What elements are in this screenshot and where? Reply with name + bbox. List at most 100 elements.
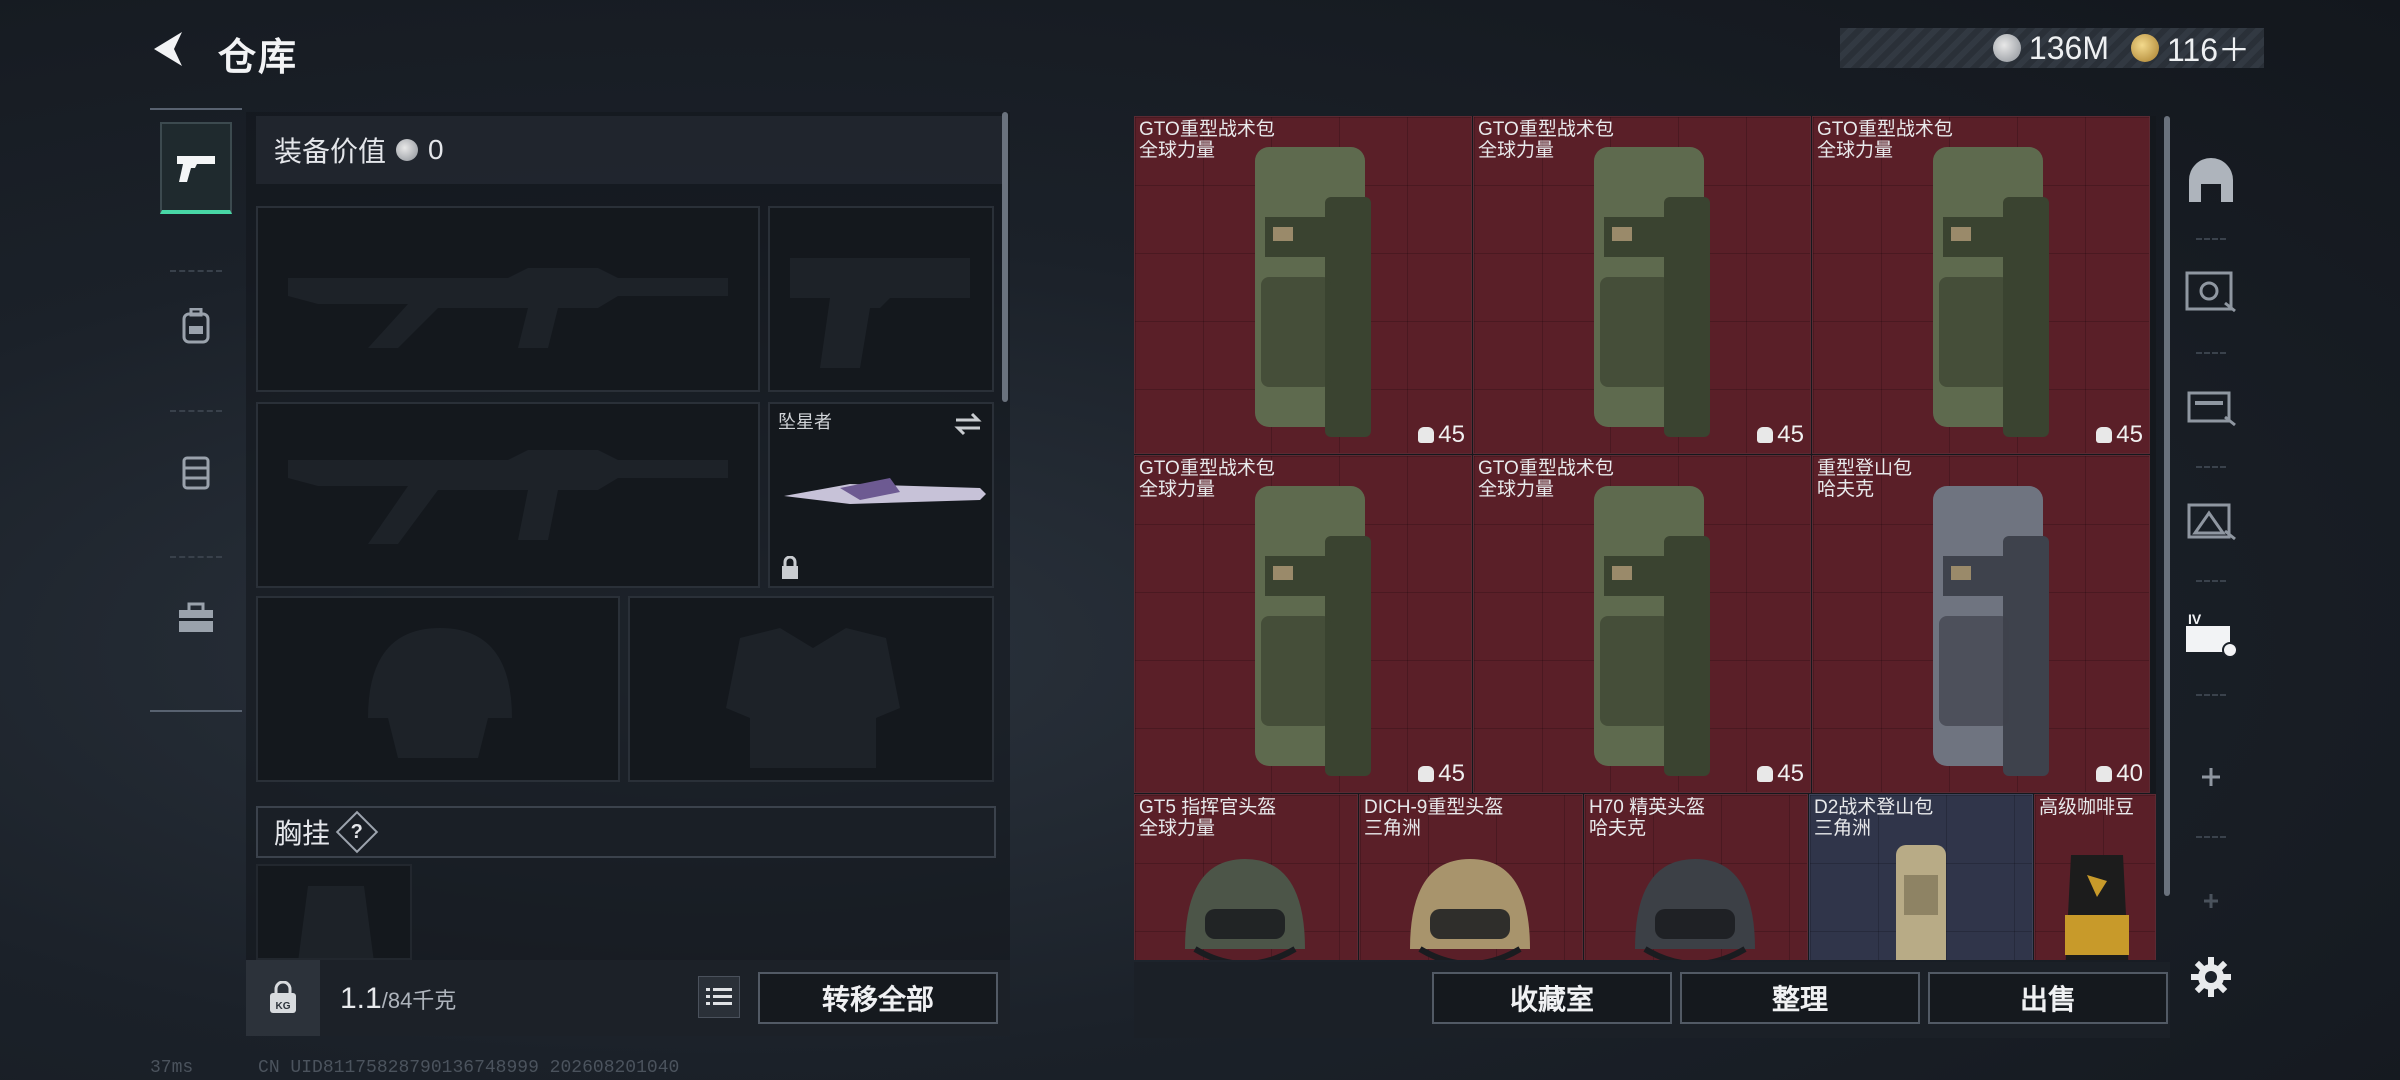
silver-coin-icon bbox=[1992, 34, 2021, 62]
storage-item-faction: 全球力量 bbox=[1139, 818, 1216, 839]
armor-slot[interactable] bbox=[628, 596, 994, 782]
storage-item-faction: 全球力量 bbox=[1139, 140, 1216, 161]
storage-item-name: 重型登山包 bbox=[1817, 458, 1913, 479]
equipment-value: 0 bbox=[428, 134, 444, 165]
storage-item-name: GTO重型战术包 bbox=[1817, 119, 1953, 140]
weight-max: /84千克 bbox=[381, 988, 457, 1013]
category-tools[interactable] bbox=[160, 572, 232, 664]
rig-silhouette-icon bbox=[298, 886, 374, 958]
storage-item[interactable]: GTO重型战术包 全球力量 45 bbox=[1134, 455, 1472, 793]
vault-iv-icon: IV bbox=[2186, 612, 2238, 658]
uid-readout: CN UID81175828790136748999 202608201040 bbox=[258, 1058, 680, 1078]
storage-item[interactable]: GTO重型战术包 全球力量 45 bbox=[1473, 455, 1811, 793]
transfer-all-button[interactable]: 转移全部 bbox=[758, 972, 998, 1024]
equipment-value-label: 装备价值 bbox=[274, 136, 387, 167]
capacity-icon bbox=[1757, 427, 1774, 443]
back-icon[interactable] bbox=[148, 28, 190, 70]
storage-item[interactable]: DICH-9重型头盔 三角洲 bbox=[1359, 794, 1583, 960]
primary-weapon-slot[interactable] bbox=[256, 206, 760, 392]
knife-icon bbox=[784, 478, 986, 504]
swap-icon[interactable] bbox=[954, 412, 982, 436]
equipment-value-header: 装备价值 0 bbox=[256, 116, 1002, 184]
storage-item-name: DICH-9重型头盔 bbox=[1364, 797, 1504, 818]
rig-icon bbox=[182, 456, 210, 490]
storage-item-faction: 三角洲 bbox=[1364, 818, 1422, 839]
storage-item-name: H70 精英头盔 bbox=[1589, 797, 1706, 818]
capacity-badge: 45 bbox=[1757, 421, 1804, 449]
pistol-slot[interactable] bbox=[768, 206, 994, 392]
storage-tab-b[interactable] bbox=[2174, 362, 2248, 452]
capacity-value: 45 bbox=[1777, 421, 1804, 448]
storage-tab-c[interactable] bbox=[2174, 476, 2248, 566]
category-gear[interactable] bbox=[160, 280, 232, 372]
capacity-icon bbox=[2096, 766, 2113, 782]
storage-tab-a[interactable] bbox=[2174, 246, 2248, 336]
capacity-value: 45 bbox=[1438, 421, 1465, 448]
storage-item[interactable]: 重型登山包 哈夫克 40 bbox=[1812, 455, 2150, 793]
chest-rig-label: 胸挂 bbox=[274, 818, 331, 849]
vault-a-icon bbox=[2185, 271, 2236, 313]
backpack-icon bbox=[1893, 466, 2073, 791]
helmet-icon bbox=[1615, 839, 1775, 960]
currency-bar: 136M 116＋ bbox=[1840, 28, 2264, 68]
list-icon bbox=[706, 988, 732, 1005]
equipment-scrollbar[interactable] bbox=[1002, 112, 1008, 402]
capacity-icon bbox=[1418, 766, 1435, 782]
weight-lock[interactable]: KG bbox=[246, 960, 320, 1036]
category-weapons[interactable] bbox=[160, 122, 232, 214]
vault-b-icon bbox=[2187, 391, 2236, 427]
gold-amount: 116＋ bbox=[2166, 32, 2250, 68]
page-title: 仓库 bbox=[218, 37, 299, 79]
backpack-icon bbox=[1215, 127, 1395, 452]
backpack-icon bbox=[1554, 466, 1734, 791]
rifle-silhouette-icon bbox=[288, 268, 728, 348]
helmet-slot[interactable] bbox=[256, 596, 620, 782]
storage-tab-iv[interactable]: IV bbox=[2174, 590, 2248, 680]
storage-item-faction: 全球力量 bbox=[1139, 479, 1216, 500]
organize-button[interactable]: 整理 bbox=[1680, 972, 1920, 1024]
category-supplies[interactable] bbox=[160, 426, 232, 518]
helmet-silhouette-icon bbox=[368, 628, 512, 758]
gold-currency[interactable]: 116＋ bbox=[2130, 25, 2250, 71]
storage-scrollbar[interactable] bbox=[2164, 116, 2170, 896]
storage-item-faction: 哈夫克 bbox=[1589, 818, 1647, 839]
storage-tabs-rail: IV bbox=[2174, 116, 2248, 1036]
storage-item-name: GTO重型战术包 bbox=[1139, 458, 1275, 479]
pistol-silhouette-icon bbox=[790, 258, 970, 368]
settings-button[interactable] bbox=[2174, 932, 2248, 1022]
small-backpack-icon bbox=[1876, 835, 1966, 960]
storage-item[interactable]: D2战术登山包 三角洲 bbox=[1809, 794, 2033, 960]
capacity-badge: 45 bbox=[1757, 760, 1804, 788]
add-storage-button[interactable] bbox=[2174, 732, 2248, 822]
help-icon[interactable]: ? bbox=[335, 810, 379, 854]
capacity-badge: 40 bbox=[2096, 760, 2143, 788]
category-rail bbox=[150, 108, 242, 712]
helmet-icon bbox=[1390, 839, 1550, 960]
add-icon bbox=[2204, 894, 2218, 908]
storage-item[interactable]: GTO重型战术包 全球力量 45 bbox=[1473, 116, 1811, 454]
storage-item-faction: 全球力量 bbox=[1817, 140, 1894, 161]
backpack-icon bbox=[182, 308, 210, 344]
storage-tab-main[interactable] bbox=[2174, 136, 2248, 226]
storage-item[interactable]: GTO重型战术包 全球力量 45 bbox=[1134, 116, 1472, 454]
collection-button[interactable]: 收藏室 bbox=[1432, 972, 1672, 1024]
storage-item[interactable]: GTO重型战术包 全球力量 45 bbox=[1812, 116, 2150, 454]
list-view-button[interactable] bbox=[698, 976, 740, 1018]
storage-item[interactable]: 高级咖啡豆 bbox=[2034, 794, 2156, 960]
melee-slot[interactable]: 坠星者 bbox=[768, 402, 994, 588]
ping-readout: 37ms bbox=[150, 1058, 194, 1078]
backpack-icon bbox=[1893, 127, 2073, 452]
storage-item-faction: 全球力量 bbox=[1478, 479, 1555, 500]
settings-icon bbox=[2191, 957, 2231, 997]
storage-item[interactable]: H70 精英头盔 哈夫克 bbox=[1584, 794, 1808, 960]
storage-item-name: 高级咖啡豆 bbox=[2039, 797, 2135, 818]
chest-rig-slot[interactable] bbox=[256, 864, 412, 960]
silver-currency[interactable]: 136M bbox=[1992, 30, 2109, 67]
storage-item-name: GTO重型战术包 bbox=[1478, 458, 1614, 479]
svg-text:IV: IV bbox=[2188, 612, 2202, 627]
capacity-value: 45 bbox=[1438, 760, 1465, 787]
secondary-weapon-slot[interactable] bbox=[256, 402, 760, 588]
storage-item[interactable]: GT5 指挥官头盔 全球力量 bbox=[1134, 794, 1358, 960]
storage-dome-icon bbox=[2189, 158, 2233, 202]
sell-button[interactable]: 出售 bbox=[1928, 972, 2168, 1024]
